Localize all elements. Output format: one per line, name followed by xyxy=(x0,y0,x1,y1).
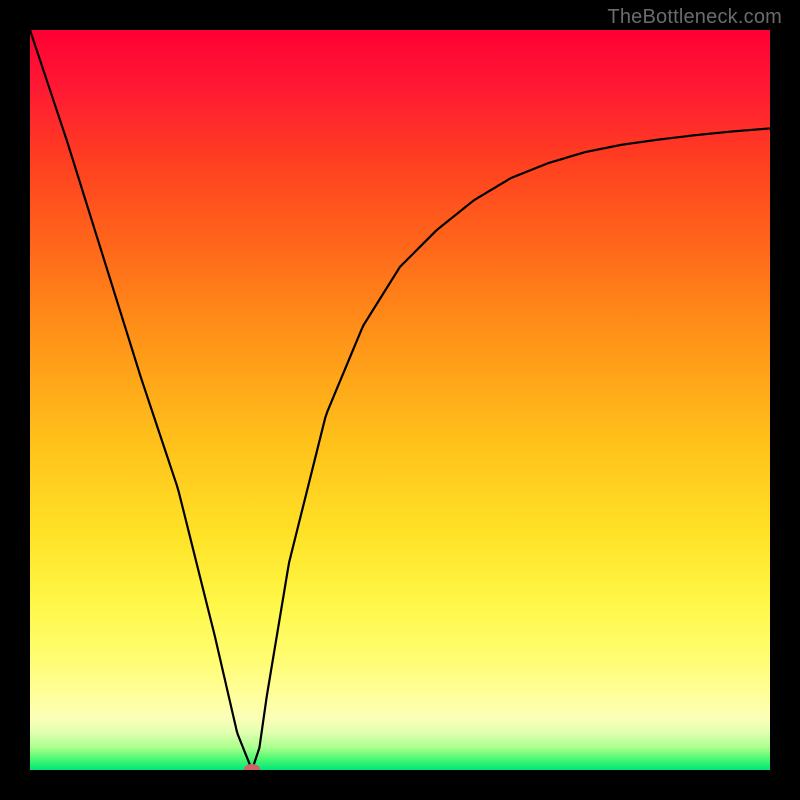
watermark-text: TheBottleneck.com xyxy=(607,6,782,29)
bottleneck-curve-path xyxy=(30,30,770,770)
chart-frame: TheBottleneck.com xyxy=(0,0,800,800)
optimum-marker xyxy=(244,764,260,770)
plot-area xyxy=(30,30,770,770)
bottleneck-curve-svg xyxy=(30,30,770,770)
